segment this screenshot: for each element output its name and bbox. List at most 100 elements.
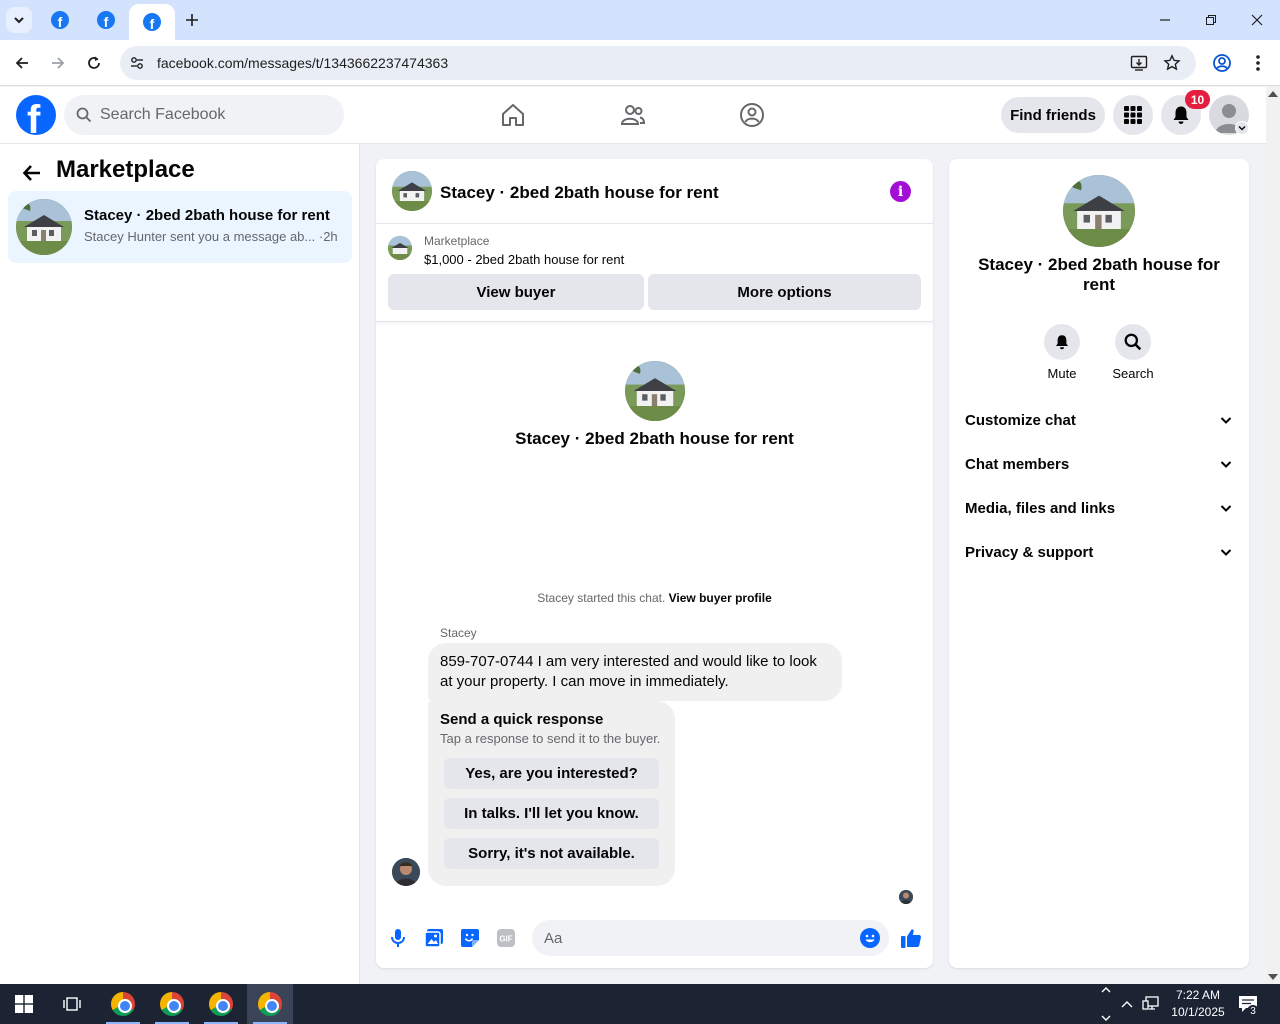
windows-logo-icon [15,995,33,1013]
account-caret[interactable] [1235,121,1249,135]
browser-tab-2[interactable]: f [83,0,129,40]
search-conversation-button[interactable]: Search [1097,324,1169,381]
send-like-button[interactable] [898,925,924,951]
friends-nav-button[interactable] [613,97,653,133]
section-label: Privacy & support [965,544,1094,561]
conversation-snippet: Stacey Hunter sent you a message ab... ·… [84,229,338,244]
browser-profile-button[interactable] [1208,49,1236,77]
sender-avatar[interactable] [392,858,420,886]
mute-button[interactable]: Mute [1026,324,1098,381]
view-buyer-button[interactable]: View buyer [388,274,644,310]
url-text[interactable]: facebook.com/messages/t/1343662237474363 [157,55,448,71]
site-info-icon[interactable] [126,52,148,74]
taskbar-scroll[interactable] [1096,986,1116,1022]
taskbar-clock[interactable]: 7:22 AM 10/1/2025 [1163,987,1233,1021]
listing-thumbnail[interactable] [388,236,412,260]
gif-button[interactable]: GIF [493,925,519,951]
page-scrollbar[interactable] [1266,87,1280,984]
incoming-message-bubble[interactable]: 859-707-0744 I am very interested and wo… [428,643,842,701]
attach-photo-button[interactable] [421,925,447,951]
house-thumbnail-icon [392,171,432,211]
details-name: Stacey · 2bed 2bath house for rent [978,255,1220,294]
search-icon [1124,333,1142,351]
reload-button[interactable] [80,49,108,77]
quick-response-option[interactable]: Yes, are you interested? [444,758,659,789]
address-bar[interactable]: facebook.com/messages/t/1343662237474363 [120,46,1196,80]
facebook-logo[interactable]: f [16,95,56,135]
browser-menu-button[interactable] [1244,49,1272,77]
find-friends-button[interactable]: Find friends [1001,97,1105,133]
chevron-down-icon [1220,417,1232,424]
privacy-support-section[interactable]: Privacy & support [957,531,1241,575]
show-hidden-icons-button[interactable] [1117,994,1137,1014]
search-button-circle[interactable] [1115,324,1151,360]
emoji-icon[interactable] [860,928,880,948]
facebook-header: f Find friends 10 [0,87,1266,144]
media-files-links-section[interactable]: Media, files and links [957,487,1241,531]
taskbar-chrome-4-active[interactable] [247,984,293,1024]
view-buyer-profile-link[interactable]: View buyer profile [669,591,772,605]
back-button[interactable] [8,49,36,77]
close-window-button[interactable] [1234,0,1280,40]
bookmark-star-icon[interactable] [1161,52,1183,74]
menu-button[interactable] [1113,95,1153,135]
install-app-icon[interactable] [1128,52,1150,74]
customize-chat-section[interactable]: Customize chat [957,399,1241,443]
quick-response-option[interactable]: Sorry, it's not available. [444,838,659,869]
info-icon[interactable]: i [890,181,911,202]
listing-title[interactable]: $1,000 - 2bed 2bath house for rent [424,252,624,267]
reload-icon [88,56,100,69]
minimize-icon [1160,19,1170,21]
section-label: Chat members [965,456,1070,473]
restore-button[interactable] [1188,0,1234,40]
quick-response-option[interactable]: In talks. I'll let you know. [444,798,659,829]
clock-date: 10/1/2025 [1171,1005,1225,1019]
conversation-item[interactable]: Stacey · 2bed 2bath house for rent Stace… [8,191,352,263]
start-button[interactable] [0,984,48,1024]
task-view-button[interactable] [52,984,92,1024]
scroll-down-arrow-icon[interactable] [1268,974,1278,980]
groups-nav-button[interactable] [732,97,772,133]
new-tab-button[interactable] [178,6,206,34]
browser-tab-3-active[interactable]: f [129,4,175,40]
seen-indicator-avatar [899,890,913,904]
photo-icon [424,929,443,948]
windows-taskbar: 7:22 AM 10/1/2025 3 [0,984,1280,1024]
microphone-icon [391,929,405,947]
tab-search-button[interactable] [6,7,32,33]
voice-clip-button[interactable] [385,925,411,951]
marketplace-listing-banner: Marketplace $1,000 - 2bed 2bath house fo… [376,225,933,322]
mute-button-circle[interactable] [1044,324,1080,360]
taskbar-chrome-2[interactable] [149,984,195,1024]
chat-started-notice: Stacey started this chat. View buyer pro… [376,591,933,605]
scroll-up-arrow-icon[interactable] [1268,91,1278,97]
search-input[interactable] [100,95,330,135]
arrow-right-icon [52,57,65,69]
chevron-down-icon [1220,549,1232,556]
chat-hero-avatar[interactable] [625,361,685,421]
chat-started-text: Stacey started this chat. [537,591,669,605]
facebook-search[interactable] [64,95,344,135]
back-to-marketplace-button[interactable] [18,159,46,187]
network-button[interactable] [1141,994,1161,1014]
chat-header-avatar[interactable] [392,171,432,211]
conversation-avatar [16,199,72,255]
chevron-down-icon [1220,461,1232,468]
minimize-button[interactable] [1142,0,1188,40]
taskbar-chrome-1[interactable] [100,984,146,1024]
house-thumbnail-icon [1063,175,1135,247]
notifications-badge: 10 [1185,90,1210,109]
taskbar-chrome-3[interactable] [198,984,244,1024]
person-photo-icon [899,890,913,904]
forward-button[interactable] [44,49,72,77]
home-nav-button[interactable] [493,97,533,133]
more-options-button[interactable]: More options [648,274,921,310]
chrome-icon [160,992,184,1016]
chat-members-section[interactable]: Chat members [957,443,1241,487]
details-avatar[interactable] [1063,175,1135,247]
section-label: Customize chat [965,412,1076,429]
message-input[interactable] [532,920,889,956]
browser-tab-1[interactable]: f [37,0,83,40]
sticker-button[interactable] [457,925,483,951]
chat-title[interactable]: Stacey · 2bed 2bath house for rent [440,183,719,203]
